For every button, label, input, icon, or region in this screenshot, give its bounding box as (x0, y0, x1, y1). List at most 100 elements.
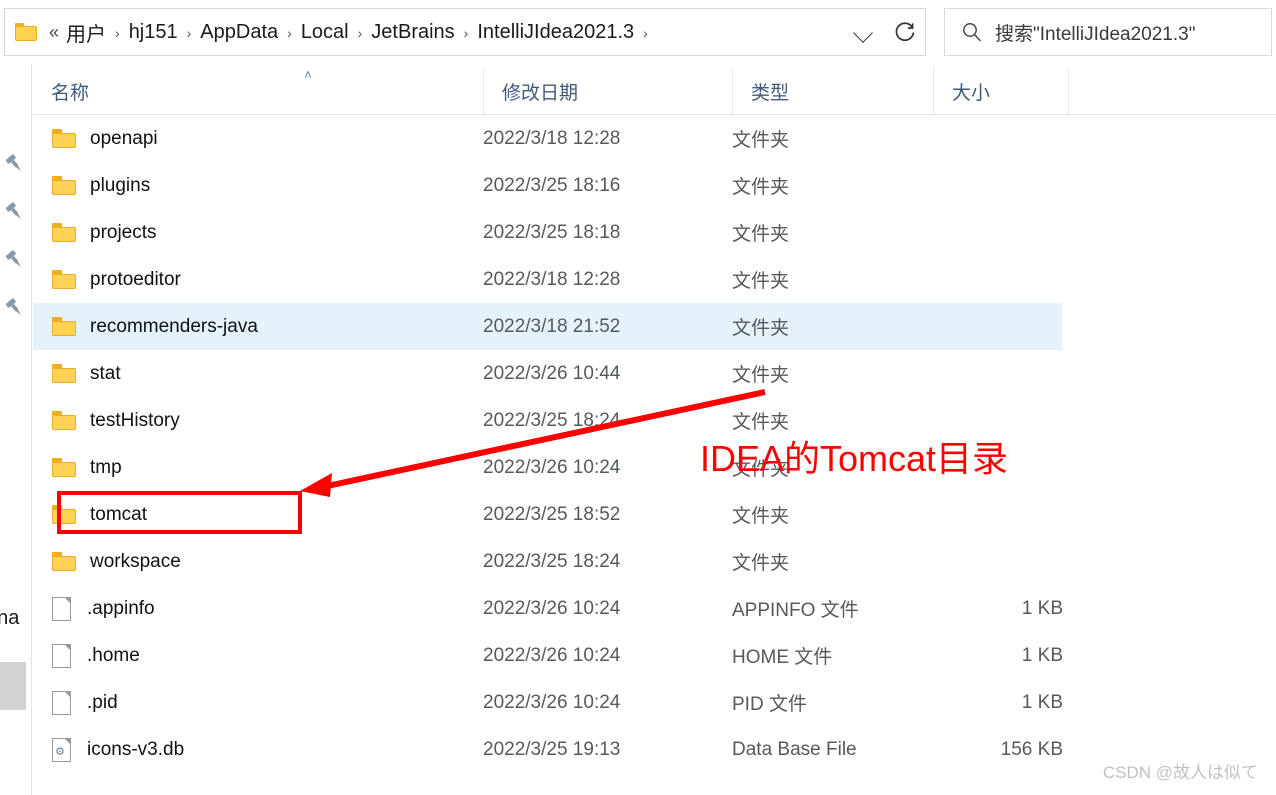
breadcrumb-item-3[interactable]: Local (298, 21, 352, 44)
file-date-cell: 2022/3/25 18:24 (483, 409, 621, 431)
folder-icon (52, 411, 76, 430)
table-row[interactable]: .pid 2022/3/26 10:24 PID 文件 1 KB (33, 679, 1063, 726)
address-bar[interactable]: « 用户 › hj151 › AppData › Local › JetBrai… (4, 8, 926, 56)
file-icon (52, 690, 71, 715)
file-name-cell[interactable]: testHistory (33, 397, 180, 444)
file-size-cell: 1 KB (1021, 691, 1063, 713)
folder-icon (52, 129, 76, 148)
breadcrumb-item-0[interactable]: 用户 (63, 18, 109, 47)
table-row[interactable]: stat 2022/3/26 10:44 文件夹 (33, 350, 1062, 397)
file-name-cell[interactable]: plugins (33, 162, 150, 209)
file-size-cell (933, 303, 1063, 350)
folder-icon (52, 505, 76, 524)
table-row[interactable]: tomcat 2022/3/25 18:52 文件夹 (33, 491, 1062, 538)
breadcrumb-item-5[interactable]: IntelliJIdea2021.3 (474, 21, 637, 44)
file-type-cell: 文件夹 (732, 318, 790, 339)
file-type-cell: 文件夹 (732, 224, 790, 245)
column-header-name[interactable]: 名称 ˄ (33, 68, 483, 114)
file-size-cell (933, 256, 1063, 303)
file-name-cell[interactable]: protoeditor (33, 256, 181, 303)
column-header-type[interactable]: 类型 (732, 68, 933, 114)
column-header-spacer (1068, 68, 1276, 114)
table-row[interactable]: plugins 2022/3/25 18:16 文件夹 (33, 162, 1062, 209)
table-row[interactable]: .home 2022/3/26 10:24 HOME 文件 1 KB (33, 632, 1063, 679)
breadcrumb-separator-icon[interactable]: › (352, 25, 369, 41)
folder-icon (52, 552, 76, 571)
nav-item-partial-label[interactable]: ona (0, 607, 19, 630)
file-name-cell[interactable]: workspace (33, 538, 181, 585)
file-name-cell[interactable]: .pid (33, 679, 118, 726)
file-name-cell[interactable]: tomcat (33, 491, 147, 538)
file-type-cell: 文件夹 (732, 177, 790, 198)
file-name-cell[interactable]: ⚙ icons-v3.db (33, 726, 184, 773)
breadcrumb-item-1[interactable]: hj151 (126, 21, 181, 44)
file-type-cell: 文件夹 (732, 271, 790, 292)
breadcrumb[interactable]: « 用户 › hj151 › AppData › Local › JetBrai… (45, 18, 925, 47)
file-name-label: recommenders-java (90, 315, 258, 337)
database-file-icon: ⚙ (52, 737, 71, 762)
file-name-label: stat (90, 362, 121, 384)
table-row[interactable]: testHistory 2022/3/25 18:24 文件夹 (33, 397, 1062, 444)
refresh-icon[interactable] (891, 18, 919, 46)
file-name-cell[interactable]: stat (33, 350, 121, 397)
file-name-label: plugins (90, 174, 151, 196)
sort-ascending-icon: ˄ (304, 67, 312, 82)
file-size-cell (933, 444, 1063, 491)
column-header-date-label: 修改日期 (502, 82, 579, 104)
breadcrumb-separator-icon[interactable]: › (109, 25, 126, 41)
breadcrumb-separator-icon[interactable]: › (458, 25, 475, 41)
folder-icon (52, 458, 76, 477)
file-size-cell (933, 491, 1063, 538)
file-name-label: icons-v3.db (87, 738, 185, 760)
folder-icon (52, 317, 76, 336)
file-date-cell: 2022/3/25 18:52 (483, 503, 621, 525)
file-name-cell[interactable]: .home (33, 632, 140, 679)
file-list[interactable]: openapi 2022/3/18 12:28 文件夹 plugins 2022/3/2… (33, 115, 1276, 795)
table-row[interactable]: .appinfo 2022/3/26 10:24 APPINFO 文件 1 KB (33, 585, 1063, 632)
table-row[interactable]: openapi 2022/3/18 12:28 文件夹 (33, 115, 1062, 162)
file-name-cell[interactable]: recommenders-java (33, 303, 258, 350)
file-name-cell[interactable]: openapi (33, 115, 158, 162)
breadcrumb-separator-icon[interactable]: › (281, 25, 298, 41)
table-row[interactable]: recommenders-java 2022/3/18 21:52 文件夹 (33, 303, 1062, 350)
file-name-cell[interactable]: projects (33, 209, 157, 256)
table-row[interactable]: protoeditor 2022/3/18 12:28 文件夹 (33, 256, 1062, 303)
file-date-cell: 2022/3/18 12:28 (483, 268, 621, 290)
file-name-cell[interactable]: .appinfo (33, 585, 155, 632)
file-size-cell (933, 209, 1063, 256)
column-header-date-modified[interactable]: 修改日期 (483, 68, 732, 114)
file-date-cell: 2022/3/18 21:52 (483, 315, 621, 337)
file-name-label: projects (90, 221, 157, 243)
file-name-label: .appinfo (87, 597, 155, 619)
folder-icon (15, 23, 37, 41)
breadcrumb-item-4[interactable]: JetBrains (368, 21, 457, 44)
file-type-cell: PID 文件 (732, 694, 807, 715)
file-size-cell: 1 KB (1021, 597, 1063, 619)
file-name-cell[interactable]: tmp (33, 444, 122, 491)
column-header-size[interactable]: 大小 (933, 68, 1068, 114)
file-date-cell: 2022/3/26 10:24 (483, 644, 621, 666)
pin-icon (4, 249, 26, 271)
search-input[interactable]: 搜索"IntelliJIdea2021.3" (995, 19, 1195, 46)
file-type-cell: Data Base File (732, 738, 857, 760)
table-row[interactable]: projects 2022/3/25 18:18 文件夹 (33, 209, 1062, 256)
breadcrumb-separator-icon[interactable]: › (637, 25, 654, 41)
file-size-cell (933, 162, 1063, 209)
chevron-down-icon[interactable] (851, 19, 877, 45)
navigation-pane[interactable]: ona (0, 64, 32, 795)
file-size-cell (933, 397, 1063, 444)
scrollbar-thumb[interactable] (0, 662, 26, 710)
column-header-size-label: 大小 (952, 82, 991, 104)
search-box[interactable]: 搜索"IntelliJIdea2021.3" (944, 8, 1272, 56)
breadcrumb-separator-icon[interactable]: › (181, 25, 198, 41)
file-icon (52, 596, 71, 621)
breadcrumb-item-2[interactable]: AppData (197, 21, 281, 44)
breadcrumb-overflow-icon[interactable]: « (45, 22, 63, 43)
table-row[interactable]: ⚙ icons-v3.db 2022/3/25 19:13 Data Base Fil… (33, 726, 1063, 773)
file-date-cell: 2022/3/25 18:18 (483, 221, 621, 243)
table-row[interactable]: tmp 2022/3/26 10:24 文件夹 (33, 444, 1062, 491)
table-row[interactable]: workspace 2022/3/25 18:24 文件夹 (33, 538, 1062, 585)
file-type-cell: HOME 文件 (732, 647, 833, 668)
pin-icon (4, 201, 26, 223)
file-size-cell: 156 KB (1000, 738, 1063, 760)
